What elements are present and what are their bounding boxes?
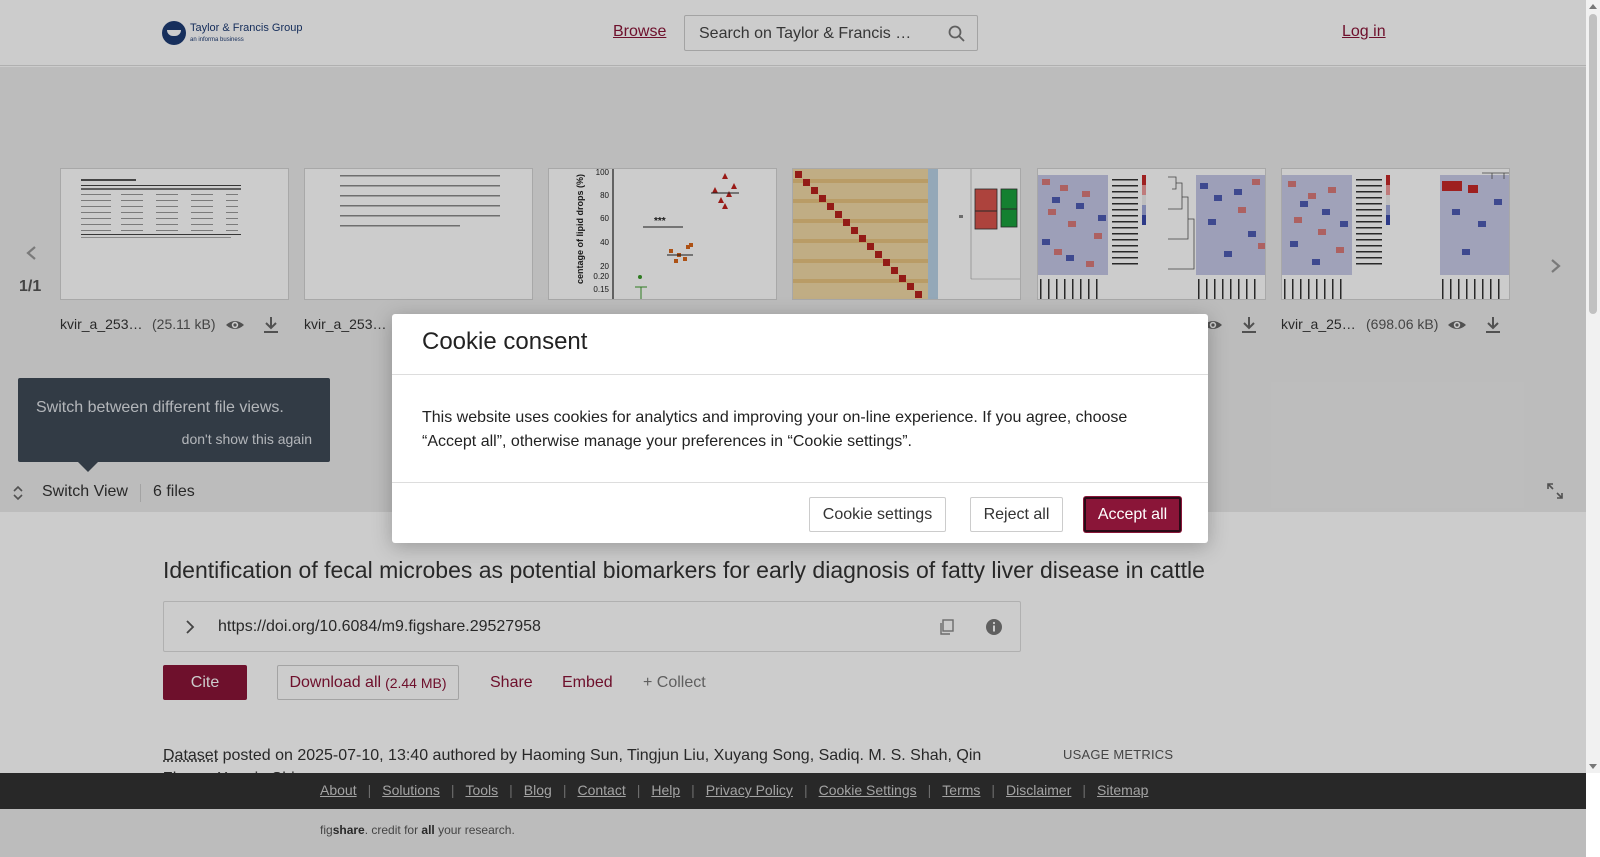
page-scrollbar[interactable] (1586, 0, 1600, 773)
divider (392, 482, 1208, 483)
scroll-up-arrow-icon[interactable] (1589, 4, 1597, 9)
cookie-dialog-title: Cookie consent (422, 328, 588, 355)
reject-all-button[interactable]: Reject all (970, 497, 1063, 532)
cookie-dialog-body: This website uses cookies for analytics … (422, 409, 1128, 450)
scrollbar-thumb[interactable] (1589, 14, 1597, 314)
scroll-down-arrow-icon[interactable] (1589, 764, 1597, 769)
cookie-consent-dialog: Cookie consent This website uses cookies… (392, 314, 1208, 543)
cookie-settings-button[interactable]: Cookie settings (809, 497, 946, 532)
divider (392, 374, 1208, 375)
accept-all-button[interactable]: Accept all (1084, 497, 1181, 532)
page: Taylor & Francis Group an informa busine… (0, 0, 1600, 857)
